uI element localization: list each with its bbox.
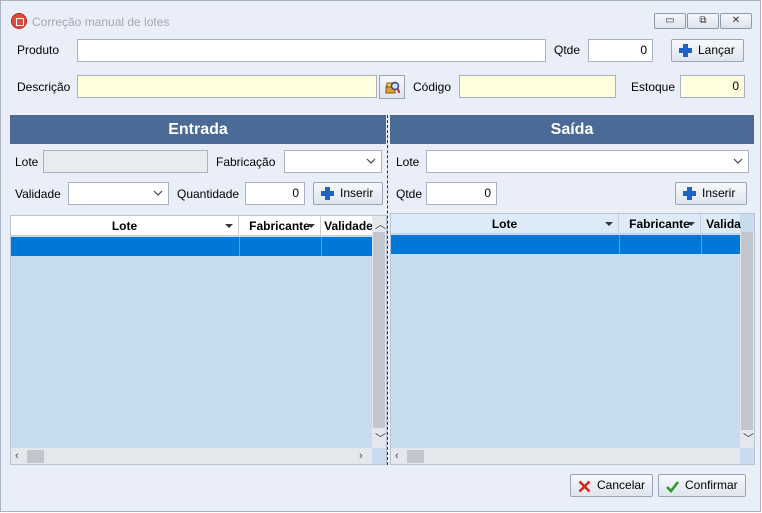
scroll-thumb[interactable] xyxy=(407,450,424,463)
lancar-button[interactable]: Lançar xyxy=(671,39,744,62)
plus-icon xyxy=(679,44,692,57)
search-product-icon xyxy=(385,80,401,94)
cell-divider xyxy=(239,237,240,256)
entrada-inserir-button[interactable]: Inserir xyxy=(313,182,383,205)
check-icon xyxy=(666,479,680,493)
saida-col-validade-label: Valida xyxy=(706,217,741,231)
scroll-up-icon[interactable]: ︿ xyxy=(375,219,386,231)
entrada-col-fabricante-label: Fabricante xyxy=(249,219,310,233)
correcao-lotes-window: Correção manual de lotes ▭ ⧉ ✕ Produto Q… xyxy=(0,0,761,512)
saida-col-lote-label: Lote xyxy=(491,217,518,231)
entrada-lote-label: Lote xyxy=(15,155,39,169)
saida-col-fabricante-label: Fabricante xyxy=(629,217,690,231)
validade-label: Validade xyxy=(15,187,61,201)
cell-divider xyxy=(701,235,702,254)
fabricacao-label: Fabricação xyxy=(216,155,276,169)
saida-col-fabricante[interactable]: Fabricante xyxy=(619,214,701,234)
descricao-label: Descrição xyxy=(17,80,71,94)
scroll-thumb[interactable] xyxy=(27,450,44,463)
scroll-thumb[interactable] xyxy=(741,232,753,430)
entrada-col-validade[interactable]: Validade xyxy=(321,216,376,236)
saida-lote-label: Lote xyxy=(396,155,420,169)
scroll-thumb[interactable] xyxy=(373,232,385,428)
plus-icon xyxy=(321,187,334,200)
saida-grid[interactable]: Lote Fabricante Valida ﹀ ‹ xyxy=(390,213,755,465)
table-row[interactable] xyxy=(391,235,740,254)
lookup-button[interactable] xyxy=(379,75,405,99)
qtde-label: Qtde xyxy=(554,43,581,57)
sort-dropdown-icon xyxy=(687,222,695,226)
panel-splitter[interactable] xyxy=(387,115,389,465)
scroll-left-icon[interactable]: ‹ xyxy=(395,450,399,462)
chevron-down-icon xyxy=(733,155,743,165)
scroll-right-icon[interactable]: › xyxy=(359,450,363,462)
saida-vertical-scrollbar[interactable]: ﹀ xyxy=(740,232,754,448)
chevron-down-icon xyxy=(366,155,376,165)
estoque-label: Estoque xyxy=(631,80,676,94)
confirmar-label: Confirmar xyxy=(685,478,738,492)
produto-input[interactable] xyxy=(77,39,546,62)
cell-divider xyxy=(619,235,620,254)
saida-col-lote[interactable]: Lote xyxy=(391,214,619,234)
saida-inserir-label: Inserir xyxy=(702,186,736,200)
saida-qtde-input[interactable]: 0 xyxy=(426,182,497,205)
close-icon xyxy=(578,479,591,493)
estoque-input: 0 xyxy=(680,75,745,98)
codigo-label: Código xyxy=(413,80,452,94)
lancar-button-label: Lançar xyxy=(698,43,735,57)
saida-qtde-label: Qtde xyxy=(396,187,423,201)
saida-grid-header: Lote Fabricante Valida xyxy=(391,214,741,234)
qtde-input[interactable]: 0 xyxy=(588,39,653,62)
entrada-horizontal-scrollbar[interactable]: ‹ › xyxy=(11,448,372,464)
quantidade-label: Quantidade xyxy=(177,187,240,201)
chevron-down-icon xyxy=(153,187,163,197)
scroll-down-icon[interactable]: ﹀ xyxy=(375,433,386,445)
sort-dropdown-icon xyxy=(605,222,613,226)
sort-dropdown-icon xyxy=(225,224,233,228)
confirmar-button[interactable]: Confirmar xyxy=(658,474,746,497)
fabricacao-select[interactable] xyxy=(284,150,382,173)
entrada-col-lote[interactable]: Lote xyxy=(11,216,239,236)
entrada-col-lote-label: Lote xyxy=(111,219,138,233)
saida-inserir-button[interactable]: Inserir xyxy=(675,182,747,205)
title-bar: Correção manual de lotes ▭ ⧉ ✕ xyxy=(1,1,760,34)
cell-divider xyxy=(321,237,322,256)
entrada-lote-input xyxy=(43,150,208,173)
saida-col-validade[interactable]: Valida xyxy=(701,214,746,234)
close-button[interactable]: ✕ xyxy=(720,13,752,29)
plus-icon xyxy=(683,187,696,200)
maximize-button[interactable]: ⧉ xyxy=(687,13,719,29)
quantidade-input[interactable]: 0 xyxy=(245,182,305,205)
saida-lote-select[interactable] xyxy=(426,150,749,173)
descricao-input[interactable] xyxy=(77,75,377,98)
entrada-col-fabricante[interactable]: Fabricante xyxy=(239,216,321,236)
codigo-input[interactable] xyxy=(459,75,616,98)
scroll-down-icon[interactable]: ﹀ xyxy=(743,433,754,445)
scroll-left-icon[interactable]: ‹ xyxy=(15,450,19,462)
entrada-grid[interactable]: Lote Fabricante Validade ︿ ﹀ ‹ › xyxy=(10,215,387,465)
sort-dropdown-icon xyxy=(307,224,315,228)
entrada-inserir-label: Inserir xyxy=(340,186,374,200)
window-title: Correção manual de lotes xyxy=(32,15,170,29)
entrada-vertical-scrollbar[interactable]: ︿ ﹀ xyxy=(372,216,386,448)
minimize-button[interactable]: ▭ xyxy=(654,13,686,29)
entrada-col-validade-label: Validade xyxy=(324,219,373,233)
produto-label: Produto xyxy=(17,43,60,57)
cancelar-label: Cancelar xyxy=(597,478,646,492)
cancelar-button[interactable]: Cancelar xyxy=(570,474,653,497)
entrada-grid-header: Lote Fabricante Validade xyxy=(11,216,373,236)
saida-header: Saída xyxy=(390,115,754,144)
validade-select[interactable] xyxy=(68,182,169,205)
entrada-header: Entrada xyxy=(10,115,386,144)
table-row[interactable] xyxy=(11,237,372,256)
app-icon xyxy=(11,13,27,29)
saida-horizontal-scrollbar[interactable]: ‹ xyxy=(391,448,740,464)
